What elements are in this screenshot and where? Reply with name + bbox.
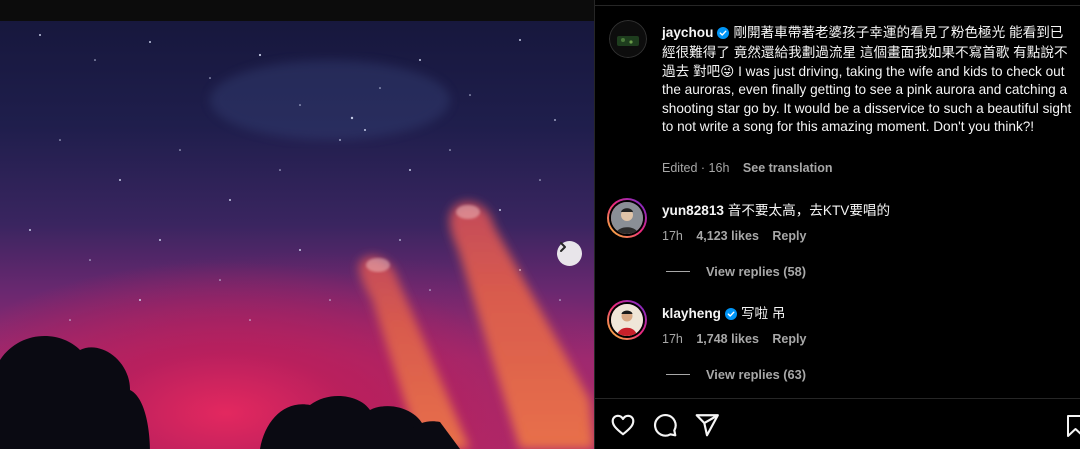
- see-translation-link[interactable]: See translation: [743, 161, 833, 175]
- verified-badge-icon: [717, 26, 730, 44]
- bookmark-icon[interactable]: [1067, 414, 1080, 438]
- panel-top-strip: [595, 0, 1080, 6]
- comment-time: 17h: [662, 332, 683, 346]
- next-photo-button[interactable]: [557, 241, 582, 266]
- avatar-image: [609, 20, 647, 58]
- avatar-image: [609, 302, 645, 338]
- comment-body: klayheng 写啦 吊: [662, 305, 1074, 325]
- author-avatar[interactable]: [609, 20, 647, 58]
- view-replies-button[interactable]: View replies (63): [666, 367, 806, 382]
- actions-divider: [595, 398, 1080, 399]
- view-replies-button[interactable]: View replies (58): [666, 264, 806, 279]
- author-username[interactable]: jaychou: [662, 25, 713, 40]
- edited-time: Edited · 16h: [662, 161, 730, 175]
- comment-meta: 17h 4,123 likes Reply: [662, 229, 816, 243]
- chevron-right-icon: [560, 242, 566, 252]
- comment-icon[interactable]: [652, 412, 678, 438]
- replies-line: [666, 374, 690, 375]
- reply-button[interactable]: Reply: [772, 229, 806, 243]
- action-bar: [610, 412, 720, 438]
- comment-text: 音不要太高，去KTV要唱的: [727, 203, 891, 218]
- comment-username[interactable]: yun82813: [662, 203, 724, 218]
- commenter-avatar[interactable]: [607, 300, 647, 340]
- comment-likes[interactable]: 4,123 likes: [696, 229, 759, 243]
- comment-body: yun82813 音不要太高，去KTV要唱的: [662, 202, 1074, 220]
- view-replies-label: View replies (63): [706, 367, 807, 382]
- post-caption: jaychou 剛開著車帶著老婆孩子幸運的看見了粉色極光 能看到已經很難得了 竟然…: [662, 24, 1074, 136]
- avatar-image: [609, 200, 645, 236]
- view-replies-label: View replies (58): [706, 264, 807, 279]
- comments-panel: jaychou 剛開著車帶著老婆孩子幸運的看見了粉色極光 能看到已經很難得了 竟然…: [595, 0, 1080, 449]
- reply-button[interactable]: Reply: [772, 332, 806, 346]
- replies-line: [666, 271, 690, 272]
- comment-likes[interactable]: 1,748 likes: [696, 332, 759, 346]
- comment-username[interactable]: klayheng: [662, 306, 721, 321]
- caption-meta: Edited · 16h See translation: [662, 161, 843, 175]
- comment-time: 17h: [662, 229, 683, 243]
- send-icon[interactable]: [694, 412, 720, 438]
- comment-meta: 17h 1,748 likes Reply: [662, 332, 816, 346]
- post-photo[interactable]: [0, 0, 594, 449]
- comment-text: 写啦 吊: [740, 306, 786, 321]
- commenter-avatar[interactable]: [607, 198, 647, 238]
- verified-badge-icon: [724, 307, 737, 325]
- aurora-scene: [0, 34, 594, 449]
- heart-icon[interactable]: [610, 412, 636, 438]
